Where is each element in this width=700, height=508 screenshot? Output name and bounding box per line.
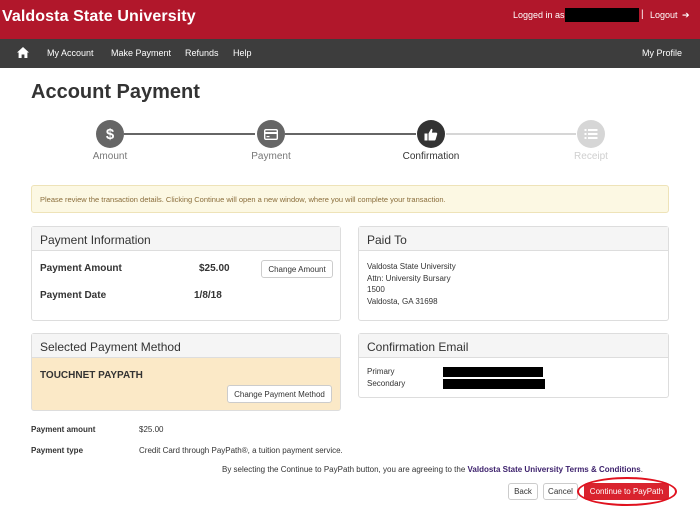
logout-label: Logout xyxy=(650,10,678,20)
terms-statement: By selecting the Continue to PayPath but… xyxy=(222,465,643,474)
address-line: 1500 xyxy=(367,285,385,294)
panel-title: Payment Information xyxy=(32,227,340,251)
step-label-receipt: Receipt xyxy=(574,151,608,162)
terms-conditions-link[interactable]: Valdosta State University Terms & Condit… xyxy=(468,465,641,474)
nav-make-payment[interactable]: Make Payment xyxy=(111,48,171,58)
redacted-username xyxy=(565,8,639,22)
step-label-amount: Amount xyxy=(92,151,128,162)
nav-help[interactable]: Help xyxy=(233,48,252,58)
step-connector xyxy=(446,133,576,135)
header-separator: | xyxy=(641,9,644,20)
change-amount-button[interactable]: Change Amount xyxy=(261,260,333,278)
main-nav: My Account Make Payment Refunds Help My … xyxy=(0,39,700,68)
confirmation-email-panel: Confirmation Email Primary Secondary xyxy=(358,333,669,398)
brand-title[interactable]: Valdosta State University xyxy=(2,8,196,26)
thumbs-up-icon xyxy=(417,120,445,148)
top-header: Valdosta State University Logged in as: … xyxy=(0,0,700,39)
review-alert: Please review the transaction details. C… xyxy=(31,185,669,213)
payment-date-label: Payment Date xyxy=(40,290,107,301)
panel-title: Selected Payment Method xyxy=(32,334,340,358)
highlight-ellipse xyxy=(577,477,677,506)
logout-link[interactable]: Logout ➔ xyxy=(650,10,690,21)
dollar-icon: $ xyxy=(96,120,124,148)
panel-title: Confirmation Email xyxy=(359,334,668,358)
address-line: Valdosta State University xyxy=(367,262,456,271)
redacted-primary-email xyxy=(443,367,543,377)
paid-to-panel: Paid To Valdosta State University Attn: … xyxy=(358,226,669,321)
nav-my-account[interactable]: My Account xyxy=(47,48,94,58)
back-button[interactable]: Back xyxy=(508,483,538,500)
step-connector xyxy=(285,133,416,135)
logged-in-label: Logged in as: xyxy=(513,10,568,20)
credit-card-icon xyxy=(257,120,285,148)
primary-email-label: Primary xyxy=(367,367,395,376)
payment-information-panel: Payment Information Payment Amount $25.0… xyxy=(31,226,341,321)
summary-amount-value: $25.00 xyxy=(139,425,164,434)
list-icon xyxy=(577,120,605,148)
payment-amount-value: $25.00 xyxy=(199,263,230,274)
address-line: Attn: University Bursary xyxy=(367,273,451,283)
payment-amount-label: Payment Amount xyxy=(40,263,122,274)
payee-address: Valdosta State University Attn: Universi… xyxy=(367,261,456,307)
summary-type-label: Payment type xyxy=(31,446,84,455)
redacted-secondary-email xyxy=(443,379,545,389)
cancel-button[interactable]: Cancel xyxy=(543,483,578,500)
selected-payment-method-panel: Selected Payment Method TOUCHNET PAYPATH… xyxy=(31,333,341,411)
step-label-payment: Payment xyxy=(251,151,291,162)
change-payment-method-button[interactable]: Change Payment Method xyxy=(227,385,332,403)
step-connector xyxy=(124,133,255,135)
terms-text: By selecting the Continue to PayPath but… xyxy=(222,465,466,474)
logout-icon: ➔ xyxy=(682,10,690,20)
summary-type-value: Credit Card through PayPath®, a tuition … xyxy=(139,446,343,455)
address-line: Valdosta, GA 31698 xyxy=(367,296,438,306)
panel-title: Paid To xyxy=(359,227,668,251)
payment-date-value: 1/8/18 xyxy=(194,290,222,301)
page-title: Account Payment xyxy=(31,81,200,103)
home-icon[interactable] xyxy=(16,46,30,59)
nav-refunds[interactable]: Refunds xyxy=(185,48,219,58)
nav-my-profile[interactable]: My Profile xyxy=(642,48,682,58)
payment-method-name: TOUCHNET PAYPATH xyxy=(40,370,143,381)
step-label-confirmation: Confirmation xyxy=(402,151,460,162)
terms-period: . xyxy=(640,465,643,474)
secondary-email-label: Secondary xyxy=(367,379,406,388)
summary-amount-label: Payment amount xyxy=(31,425,96,434)
